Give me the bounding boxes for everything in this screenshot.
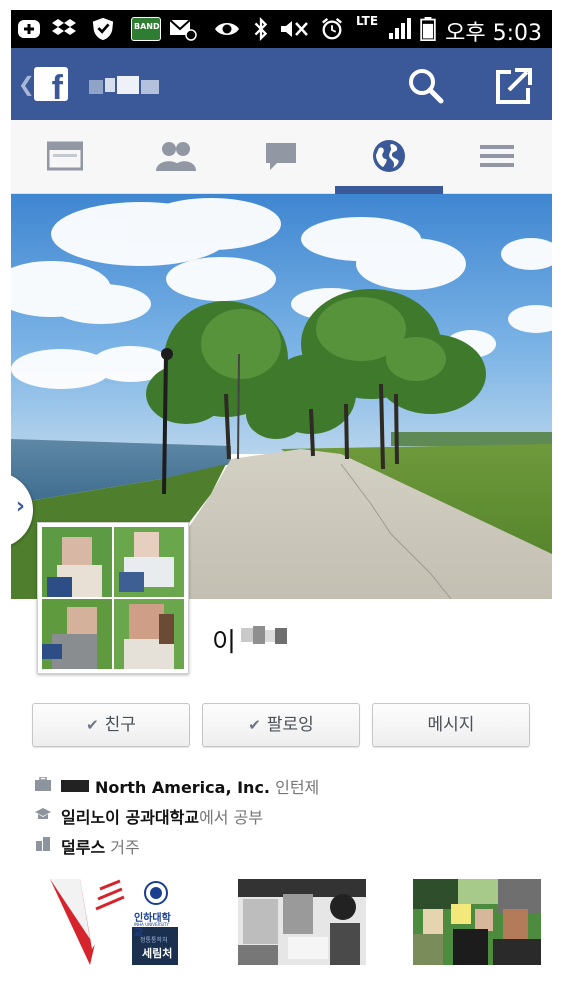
city-name[interactable]: 덜루스 — [61, 838, 105, 857]
tab-notifications[interactable] — [335, 120, 443, 194]
globe-icon — [373, 140, 405, 172]
work-info: North America, Inc. 인턴제 — [35, 772, 535, 802]
status-bar: BAND LTE 오후 5:03 — [11, 10, 552, 48]
profile-photo-tile — [114, 527, 184, 597]
profile-name: 이 — [212, 628, 236, 658]
profile-photo-tile — [42, 599, 112, 669]
tab-bar — [11, 120, 552, 194]
group-thumbnail[interactable]: 인하대학교 INHA UNIVERSITY 정통통학처 세림처 — [50, 879, 178, 965]
home-icon — [36, 837, 50, 851]
school-thumbnail-subtitle: INHA UNIVERSITY — [134, 922, 169, 927]
tab-messages[interactable] — [227, 120, 335, 194]
alarm-icon — [322, 17, 342, 40]
share-icon[interactable] — [493, 66, 533, 106]
app-bar: ❮ f — [11, 48, 552, 120]
network-type: LTE — [356, 14, 379, 28]
signal-icon — [389, 18, 411, 39]
education-info: 일리노이 공과대학교에서 공부 — [35, 802, 535, 832]
band-app-icon: BAND — [131, 17, 161, 41]
friends-icon — [156, 142, 196, 171]
tab-menu[interactable] — [443, 120, 551, 194]
back-chevron-icon[interactable]: ❮ — [18, 72, 35, 96]
dropbox-icon — [52, 19, 76, 35]
thumbnail-caption-top: 정통통학처 — [140, 937, 168, 944]
thumbnail-caption-bottom: 세림처 — [142, 947, 173, 960]
message-button[interactable]: 메시지 — [372, 703, 530, 747]
battery-icon — [420, 17, 436, 41]
eye-icon — [215, 23, 239, 35]
profile-actions: ✔ 친구 ✔ 팔로잉 메시지 — [32, 703, 532, 747]
check-icon: ✔ — [86, 716, 99, 734]
photo-thumbnail[interactable] — [413, 879, 541, 965]
add-icon — [18, 20, 40, 38]
search-icon[interactable] — [406, 66, 446, 106]
profile-photo-tile — [114, 599, 184, 669]
chat-icon — [266, 143, 296, 170]
hamburger-icon — [480, 145, 514, 167]
screen: BAND LTE 오후 5:03 ❮ f › 이 ✔ 친구 ✔ 팔로잉 메시지 … — [11, 10, 552, 982]
clock: 오후 5:03 — [445, 21, 542, 46]
work-company[interactable]: North America, Inc. — [95, 778, 270, 797]
profile-photo-tile — [42, 527, 112, 597]
follow-button[interactable]: ✔ 팔로잉 — [202, 703, 360, 747]
graduation-cap-icon — [35, 808, 51, 819]
mute-icon — [281, 21, 308, 37]
device-frame: BAND LTE 오후 5:03 ❮ f › 이 ✔ 친구 ✔ 팔로잉 메시지 … — [0, 0, 562, 982]
city-suffix: 거주 — [110, 838, 140, 857]
mail-icon — [169, 19, 197, 41]
redacted-username — [89, 76, 161, 94]
friend-button[interactable]: ✔ 친구 — [32, 703, 190, 747]
photo-thumbnail[interactable] — [238, 879, 366, 965]
tab-news-feed[interactable] — [11, 120, 119, 194]
redacted-company — [61, 780, 89, 792]
redacted-name — [241, 624, 287, 650]
tab-friends[interactable] — [119, 120, 227, 194]
school-name[interactable]: 일리노이 공과대학교 — [61, 808, 199, 827]
location-info: 덜루스 거주 — [35, 832, 535, 862]
briefcase-icon — [35, 777, 51, 791]
shield-icon — [92, 17, 114, 41]
thumbnail-strip: 인하대학교 INHA UNIVERSITY 정통통학처 세림처 — [50, 879, 541, 965]
profile-picture[interactable] — [37, 522, 189, 674]
active-tab-indicator — [335, 186, 443, 194]
school-suffix: 에서 공부 — [199, 808, 264, 827]
bluetooth-icon — [254, 17, 268, 41]
chevron-right-icon: › — [15, 494, 25, 519]
newsfeed-icon — [47, 141, 83, 171]
check-icon: ✔ — [248, 716, 261, 734]
work-role: 인턴제 — [275, 778, 320, 797]
facebook-logo[interactable]: f — [34, 67, 68, 105]
profile-info: North America, Inc. 인턴제 일리노이 공과대학교에서 공부 … — [35, 772, 535, 862]
